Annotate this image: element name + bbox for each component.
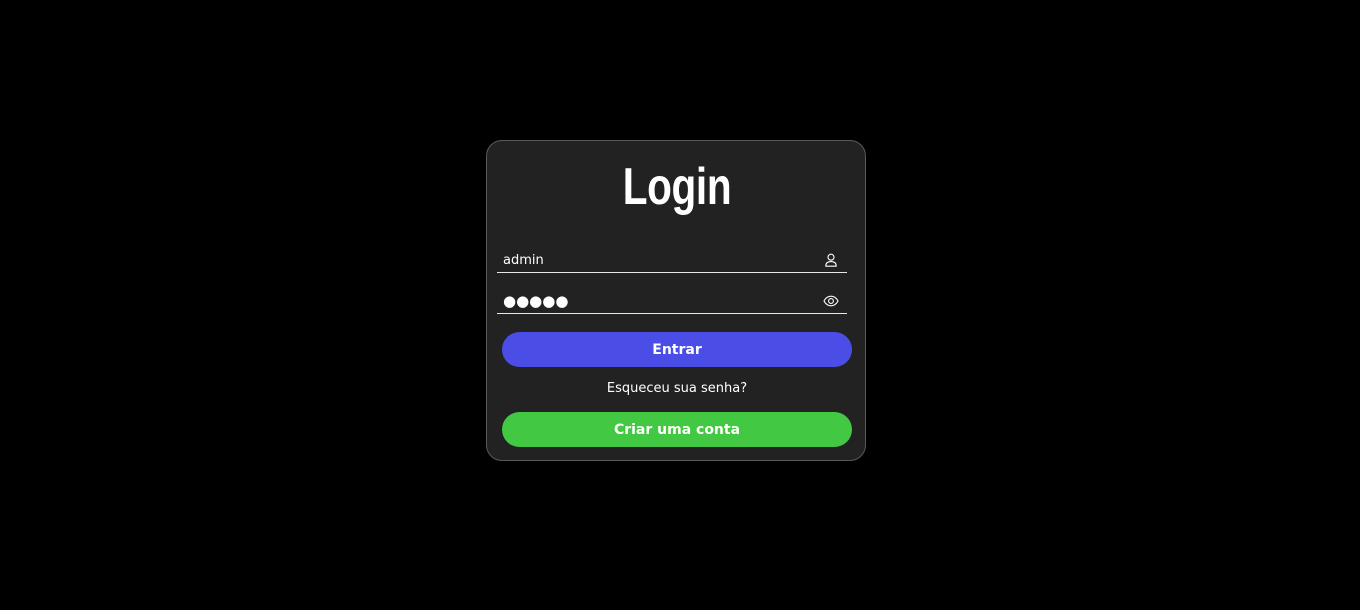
username-input[interactable] [497,248,813,272]
eye-icon[interactable] [823,293,839,309]
forgot-password-link[interactable]: Esqueceu sua senha? [487,380,867,398]
login-card: Login Entrar Esqueceu sua senha? Criar u… [486,140,866,461]
username-field [497,248,847,273]
login-button[interactable]: Entrar [502,332,852,367]
password-input[interactable] [497,289,813,313]
user-icon [823,252,839,268]
create-account-button[interactable]: Criar uma conta [502,412,852,447]
login-title: Login [622,158,732,216]
password-field [497,289,847,314]
